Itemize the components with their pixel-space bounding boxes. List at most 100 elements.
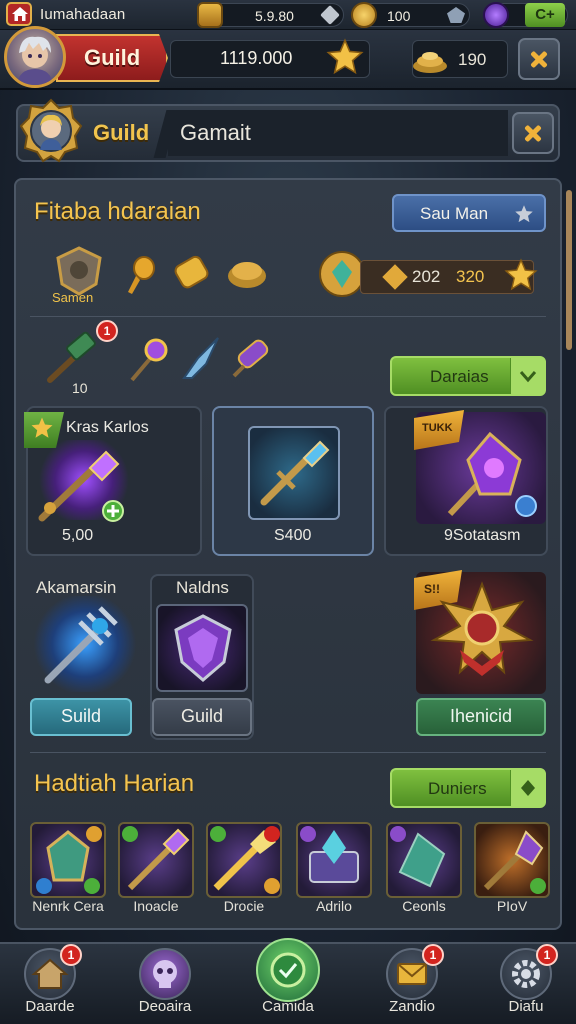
crystal-icon [447,7,465,23]
daraias-button-label: Daraias [430,367,489,386]
crystal-chest-icon [300,826,359,883]
reward-tile[interactable] [206,822,282,898]
nav-item-daarde[interactable]: 1 Daarde [0,942,100,1024]
golden-arrow-icon [210,826,280,894]
teal-bell-icon [390,826,446,888]
reward-tile[interactable] [30,822,106,898]
duniers-button-label: Duniers [428,779,487,798]
purple-staff-icon [122,826,190,891]
blue-crossbow-icon [254,432,334,512]
gold-key-icon [122,256,156,296]
nav-label: Deoaira [138,998,192,1015]
resource-gold-cube-value: 5.9.80 [255,8,294,24]
power-value: 1119.000 [220,48,293,68]
purple-shield-icon [168,612,238,684]
purple-orb-staff-icon [124,334,172,384]
star-icon [31,417,53,438]
nav-item-deoaira[interactable]: Deoaira [115,942,215,1024]
player-name: Iumahadaan [40,6,126,23]
sau-man-button-label: Sau Man [420,204,489,223]
reward-label: Adrilo [316,898,352,914]
shield-emblem-icon [54,246,104,296]
purple-scroll-icon [228,336,274,382]
nav-label: Zandio [389,998,435,1015]
guild-tag-label: Guild [84,45,141,70]
gold-coins-icon [226,256,268,290]
gem-icon [483,2,509,28]
home-button[interactable] [6,2,32,26]
star-icon [504,258,538,297]
skull-icon [139,948,191,1000]
reward-label: Inoacle [133,898,179,914]
counter-b: 320 [456,267,485,286]
guild-button[interactable]: Guild [152,698,252,736]
divider [30,752,546,753]
diamond-icon [320,5,340,25]
duniers-button[interactable]: Duniers [390,768,546,808]
fire-mace-icon [483,830,546,894]
reward-tile[interactable] [118,822,194,898]
card-title: Akamarsin [36,578,117,597]
card-title: Kras Karlos [66,419,149,436]
reward-label: PIoV [496,898,528,914]
green-relic-icon [36,826,102,894]
gold-cube-icon [197,2,223,28]
blue-blade-icon [178,334,222,384]
resource-coin-value: 100 [387,8,411,24]
reward-label: Nenrk Cera [32,898,104,914]
guild-emblem-icon [18,98,84,164]
green-hammer-icon [40,328,102,386]
daraias-button[interactable]: Daraias [390,356,546,396]
section-title: Fitaba hdaraian [34,198,201,225]
reward-label: Ceonls [402,898,446,914]
spiked-crest-icon [430,580,534,684]
nav-badge: 1 [60,944,82,966]
close-button[interactable] [518,38,560,80]
nav-item-camida[interactable]: Camida [238,938,338,1024]
star-icon [326,38,364,76]
guild-bar-label: Guild [93,120,150,145]
card-value: S400 [274,527,312,544]
card-title: Naldns [176,578,229,597]
card-value: 5,00 [62,527,94,544]
ihenicid-button[interactable]: Ihenicid [416,698,546,736]
blue-trident-icon [40,600,124,686]
resource-gem: C+ [483,2,568,28]
nav-label: Diafu [508,998,544,1015]
plus-icon[interactable] [102,500,124,522]
gem-medal-icon [318,250,366,298]
reward-tile[interactable] [474,822,550,898]
nav-label: Camida [262,998,314,1015]
sau-man-button[interactable]: Sau Man [392,194,546,232]
nav-label: Daarde [25,998,75,1015]
reward-label: Drocie [223,898,265,914]
tool-count: 10 [72,380,88,396]
guild-name-input[interactable] [168,110,508,156]
add-gems-button[interactable]: C+ [525,3,565,27]
daily-section-title: Hadtiah Harian [34,770,195,797]
nav-badge: 1 [536,944,558,966]
guild-bar-close-button[interactable] [512,112,554,154]
purple-amulet-icon [440,424,540,520]
gold-scroll-icon [172,254,212,292]
reward-tile[interactable] [296,822,372,898]
nav-item-diafu[interactable]: 1 Diafu [476,942,576,1024]
scrollbar[interactable] [566,190,572,350]
gold-pile-icon [412,44,448,74]
suild-button[interactable]: Suild [30,698,132,736]
resource-gold-cube: 5.9.80 [197,2,344,28]
card-value: 9Sotatasm [444,527,521,544]
home-icon [12,7,28,21]
honor-value: 190 [458,50,487,69]
emblem-label: Samen [52,290,94,305]
divider [30,316,546,317]
resource-coin: 100 [351,2,470,28]
reward-tile[interactable] [386,822,462,898]
tool-badge: 1 [96,320,118,342]
star-icon [515,205,533,223]
player-avatar[interactable] [4,26,66,88]
chevron-down-icon [510,358,544,394]
green-emblem-icon [256,938,320,1002]
nav-item-zandio[interactable]: 1 Zandio [362,942,462,1024]
nav-badge: 1 [422,944,444,966]
